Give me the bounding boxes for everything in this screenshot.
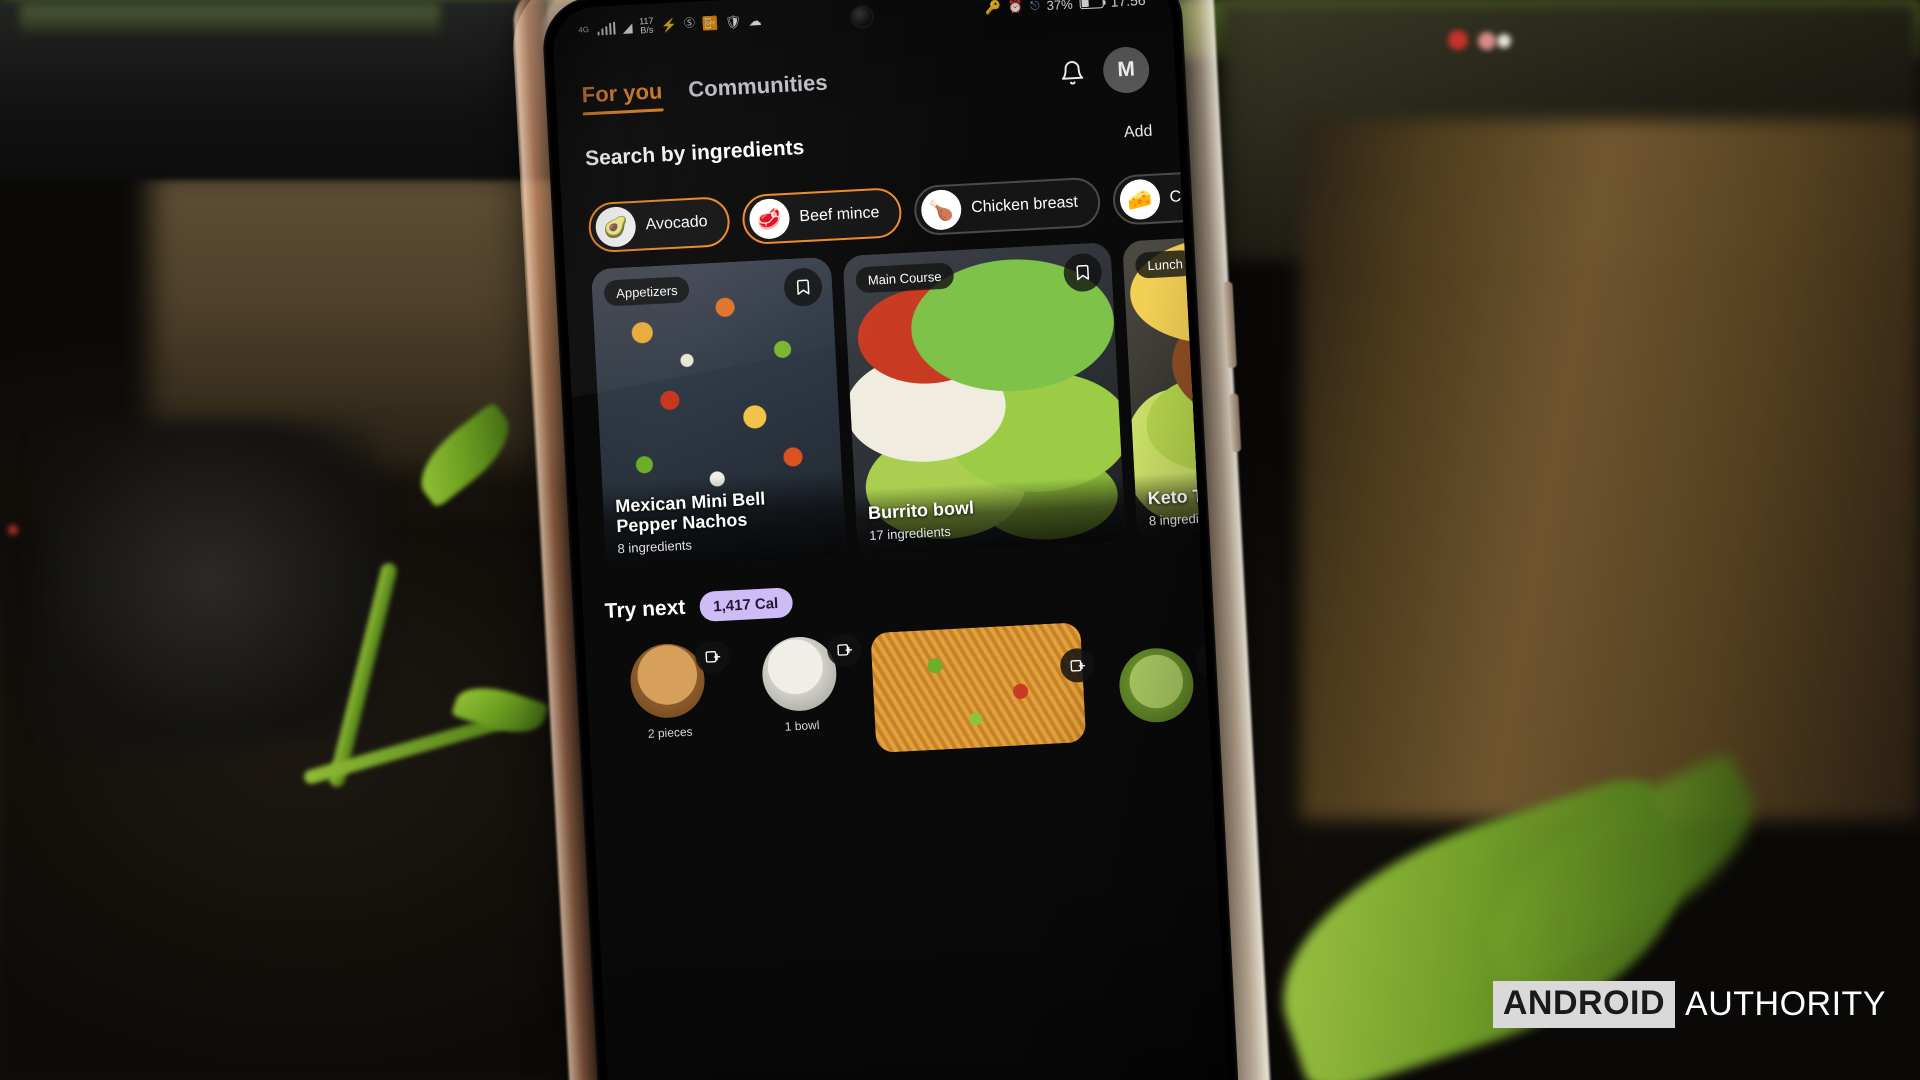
status-bar-left: 4G ◢ 117 B/s ⚡ Ⓢ 📴 �	[578, 11, 762, 39]
recipe-title: Mexican Mini Bell Pepper Nachos	[614, 488, 766, 537]
background-monitor-screen	[20, 4, 440, 32]
recipe-category-badge: Appetizers	[603, 276, 691, 307]
alarm-icon: ⏰	[1007, 0, 1024, 15]
background-led-white	[1497, 34, 1511, 48]
ingredient-chip-avocado-label: Avocado	[645, 213, 708, 234]
try-next-list[interactable]: 2 pieces 1 bowl	[599, 616, 1215, 847]
photo-scene: 4G ◢ 117 B/s ⚡ Ⓢ 📴 �	[0, 0, 1920, 1080]
ingredient-chip-beef-mince-label: Beef mince	[798, 204, 880, 226]
watermark-android: ANDROID	[1492, 981, 1676, 1028]
ingredient-chip-avocado[interactable]: 🥑 Avocado	[587, 195, 731, 254]
smartphone: 4G ◢ 117 B/s ⚡ Ⓢ 📴 �	[470, 0, 1311, 1080]
cheese-icon: 🧀	[1118, 178, 1161, 221]
flash-charging-icon: ⚡	[660, 16, 678, 33]
do-not-disturb-icon: Ⓢ	[683, 16, 696, 30]
power-button[interactable]	[1228, 393, 1242, 453]
battery-icon	[1079, 0, 1104, 10]
recipe-card-list[interactable]: Appetizers Mexican Mini Bell Pepper Nach…	[585, 238, 1200, 569]
background-chair	[40, 420, 380, 740]
background-led-pink	[1478, 32, 1496, 50]
tab-for-you-label: For you	[581, 77, 663, 107]
recipe-title: Keto Taco	[1147, 484, 1200, 509]
status-bar-right: 🔑 ⏰ ⎋ 37% 17:56	[985, 0, 1146, 16]
bluetooth-icon: ⎋	[1029, 0, 1040, 13]
add-to-plan-icon[interactable]	[1195, 642, 1215, 679]
ingredient-chip-chicken-breast-label: Chicken breast	[970, 193, 1079, 217]
add-to-plan-icon[interactable]	[826, 631, 863, 668]
add-ingredient-button[interactable]: Add	[1124, 123, 1153, 142]
avatar-initial: M	[1116, 57, 1136, 82]
beef-mince-icon: 🥩	[748, 197, 791, 240]
background-red-led	[8, 525, 18, 535]
salad-photo	[1117, 646, 1196, 725]
wifi-icon: ◢	[622, 19, 633, 35]
battery-percent-label: 37%	[1046, 0, 1074, 13]
bell-icon[interactable]	[1059, 59, 1086, 86]
tab-communities-label: Communities	[687, 69, 829, 102]
phone-screen: 4G ◢ 117 B/s ⚡ Ⓢ 📴 �	[551, 0, 1230, 1080]
page-title: Search by ingredients	[584, 135, 805, 171]
try-next-title: Try next	[604, 595, 686, 623]
background-led-red	[1448, 30, 1468, 50]
vpn-key-icon: 🔑	[984, 0, 1002, 16]
watermark: ANDROID AUTHORITY	[1492, 981, 1886, 1028]
network-type-label: 4G	[578, 24, 590, 35]
watermark-authority: AUTHORITY	[1685, 985, 1886, 1023]
calorie-badge: 1,417 Cal	[698, 587, 793, 623]
top-navigation-actions: M	[1058, 45, 1151, 97]
recipe-card-keto-taco[interactable]: Lunch Keto Taco 8 ingredients	[1122, 238, 1200, 542]
recipe-card-burrito-bowl[interactable]: Main Course Burrito bowl 17 ingredients	[842, 242, 1126, 556]
ingredient-chip-cheese-label: Cheese	[1169, 186, 1184, 206]
try-next-item-berry-bowl[interactable]: 1 bowl	[739, 631, 863, 736]
data-speed-unit: B/s	[640, 24, 654, 36]
ingredient-chip-beef-mince[interactable]: 🥩 Beef mince	[741, 186, 903, 246]
recipe-category-badge: Main Course	[855, 262, 955, 294]
try-next-header: Try next 1,417 Cal	[604, 587, 793, 627]
recipe-category-label: Appetizers	[615, 282, 678, 301]
recipe-card-meta: Keto Taco 8 ingredients	[1134, 462, 1200, 542]
try-next-item-salad[interactable]	[1094, 616, 1215, 726]
vibrate-icon: 📴	[701, 14, 719, 31]
ingredient-chip-cheese[interactable]: 🧀 Cheese	[1111, 168, 1184, 226]
noodles-photo	[870, 622, 1087, 753]
recipe-card-meta: Mexican Mini Bell Pepper Nachos 8 ingred…	[602, 470, 847, 569]
recipe-card-meta: Burrito bowl 17 ingredients	[854, 476, 1126, 556]
recipe-category-label: Lunch	[1147, 255, 1184, 273]
add-to-plan-icon[interactable]	[1059, 647, 1096, 684]
background-right-panel	[1300, 120, 1920, 820]
ingredient-chip-chicken-breast[interactable]: 🍗 Chicken breast	[913, 176, 1102, 237]
recipe-category-label: Main Course	[867, 268, 942, 288]
shield-icon: 🛡	[724, 13, 742, 30]
tab-list: For you Communities	[581, 69, 828, 115]
tab-communities[interactable]: Communities	[688, 69, 829, 109]
try-next-item-label: 1 bowl	[784, 717, 820, 734]
try-next-item-label: 2 pieces	[647, 724, 693, 741]
chicken-breast-icon: 🍗	[920, 188, 963, 231]
app-notification-icon: ☁	[748, 12, 762, 29]
phone-bezel: 4G ◢ 117 B/s ⚡ Ⓢ 📴 �	[540, 0, 1240, 1080]
clock-label: 17:56	[1110, 0, 1146, 10]
top-navigation-bar: For you Communities M	[554, 34, 1177, 132]
recipe-card-nachos[interactable]: Appetizers Mexican Mini Bell Pepper Nach…	[590, 256, 847, 569]
try-next-item-muffin[interactable]: 2 pieces	[607, 638, 731, 743]
recipe-app: 4G ◢ 117 B/s ⚡ Ⓢ 📴 �	[551, 0, 1230, 1080]
tab-for-you[interactable]: For you	[581, 78, 663, 115]
try-next-item-noodles[interactable]	[870, 622, 1096, 753]
data-speed: 117 B/s	[639, 16, 654, 36]
recipe-category-badge: Lunch	[1134, 249, 1196, 279]
add-to-plan-icon[interactable]	[694, 638, 731, 675]
signal-bars-icon	[597, 21, 616, 36]
avocado-icon: 🥑	[594, 205, 637, 248]
avatar[interactable]: M	[1102, 45, 1151, 95]
